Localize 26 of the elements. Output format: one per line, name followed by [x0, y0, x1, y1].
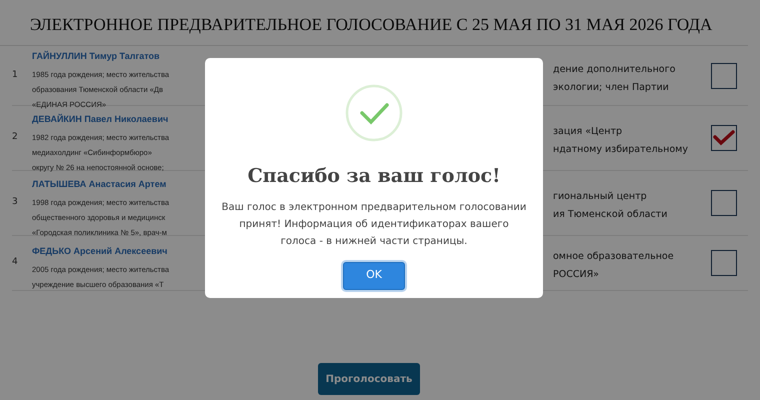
candidate-name[interactable]: ГАЙНУЛЛИН Тимур Талгатов — [32, 50, 160, 64]
vote-checkbox[interactable] — [711, 125, 737, 151]
ok-button[interactable]: OK — [343, 262, 405, 290]
candidate-number: 1 — [12, 68, 19, 82]
candidate-details: ия Тюменской области — [553, 208, 668, 222]
success-check-icon — [345, 84, 403, 142]
candidate-number: 3 — [12, 196, 19, 210]
candidate-details: дение дополнительного — [553, 62, 676, 76]
modal-title: Спасибо за ваш голос! — [248, 164, 500, 189]
page-title: ЭЛЕКТРОННОЕ ПРЕДВАРИТЕЛЬНОЕ ГОЛОСОВАНИЕ С 25 МАЯ ПО 31 МАЯ 2026 ГОДА — [30, 15, 712, 34]
candidate-details: экологии; член Партии — [553, 80, 669, 94]
candidate-details: зация «Центр — [553, 125, 622, 139]
vote-checkbox[interactable] — [711, 62, 737, 88]
candidate-details: ндатному избирательному — [553, 143, 688, 157]
vote-checkbox[interactable] — [711, 190, 737, 216]
vote-checkbox[interactable] — [711, 250, 737, 276]
candidate-name[interactable]: ДЕВАЙКИН Павел Николаевич — [32, 112, 168, 126]
candidate-details: гиональный центр — [553, 190, 647, 204]
modal-message: Ваш голос в электронном предварительном голосовании принят! Информация об идентификаторах вашего голоса - в нижней части страницы. — [221, 200, 527, 248]
candidate-details: РОССИЯ» — [553, 268, 599, 282]
vote-button[interactable]: Проголосовать — [318, 363, 420, 395]
candidate-details: омное образовательное — [553, 250, 674, 264]
candidate-name[interactable]: ФЕДЬКО Арсений Алексеевич — [32, 245, 168, 258]
candidate-number: 4 — [12, 256, 19, 270]
candidate-name[interactable]: ЛАТЫШЕВА Анастасия Артем — [32, 178, 166, 191]
candidate-number: 2 — [12, 131, 19, 144]
